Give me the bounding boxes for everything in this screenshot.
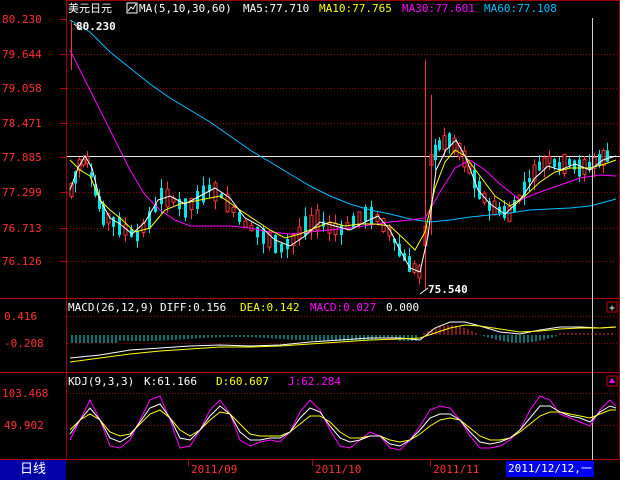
candle-body <box>352 215 355 229</box>
price-tick: 78.471 <box>2 117 42 130</box>
price-tick: 77.885 <box>2 151 42 164</box>
candle-body <box>231 207 236 213</box>
stock-chart-canvas[interactable]: 80.230 79.644 79.058 78.471 77.885 77.29… <box>0 0 620 480</box>
kdj-j: J:62.284 <box>288 375 341 388</box>
kdj-header: KDJ(9,3,3) K:61.166 D:60.607 J:62.284 <box>68 375 341 388</box>
ma60-value: MA60:77.108 <box>484 2 557 15</box>
macd-dea: DEA:0.142 <box>240 301 300 314</box>
macd-extra: 0.000 <box>386 301 419 314</box>
ma30-line <box>69 49 617 235</box>
candle-body <box>165 188 170 208</box>
price-tick: 77.299 <box>2 186 42 199</box>
candle-body <box>412 263 417 273</box>
period-tab-daily[interactable]: 日线 <box>0 460 66 480</box>
macd-lines <box>69 321 617 363</box>
candle-body <box>118 216 121 236</box>
price-axis: 80.230 79.644 79.058 78.471 77.885 77.29… <box>2 13 42 268</box>
candlestick-series <box>69 20 609 290</box>
kdj-k: K:61.166 <box>144 375 197 388</box>
indicator-axis: 0.416 -0.208 103.468 49.902 <box>2 310 48 432</box>
plus-icon-glyph: + <box>609 303 615 314</box>
candle-body <box>370 206 373 226</box>
candle-body <box>243 220 248 228</box>
kdj-j-line <box>69 395 617 451</box>
kdj-d: D:60.607 <box>216 375 269 388</box>
ma30-value: MA30:77.601 <box>402 2 475 15</box>
cursor-date-label: 2011/12/12,一 <box>506 461 594 477</box>
date-tick: 2011/09 <box>191 463 237 476</box>
candle-body <box>503 205 506 219</box>
price-tick: 79.058 <box>2 82 42 95</box>
candle-body <box>558 161 561 171</box>
candle-body <box>184 198 187 218</box>
candle-body <box>280 243 283 253</box>
candle-body <box>286 238 289 250</box>
price-tick: 79.644 <box>2 48 42 61</box>
macd-header: MACD(26,12,9) DIFF:0.156 DEA:0.142 MACD:… <box>68 301 419 314</box>
low-marker <box>419 287 429 295</box>
ma60-line <box>69 19 617 223</box>
candle-body <box>340 225 343 235</box>
candle-body <box>274 234 277 254</box>
kdj-tick: 49.902 <box>4 419 44 432</box>
price-tick: 80.230 <box>2 13 42 26</box>
candle-body <box>601 149 606 167</box>
candle-body <box>112 217 115 227</box>
ma-label: MA(5,10,30,60) <box>139 2 232 15</box>
date-tick: 2011/10 <box>315 463 361 476</box>
candle-body <box>538 161 541 171</box>
macd-name: MACD(26,12,9) <box>68 301 154 314</box>
candle-body <box>542 157 547 169</box>
ma10-value: MA10:77.765 <box>319 2 392 15</box>
candle-body <box>448 133 451 147</box>
macd-value: MACD:0.027 <box>310 301 376 314</box>
date-tick: 2011/11 <box>433 463 479 476</box>
candle-body <box>547 156 552 164</box>
price-axis-ticks <box>60 19 67 262</box>
candle-body <box>434 144 437 161</box>
price-tick: 76.713 <box>2 222 42 235</box>
candle-body <box>160 187 163 205</box>
candle-body <box>136 230 139 242</box>
low-label: 75.540 <box>428 283 468 296</box>
symbol-title: 美元日元 <box>68 2 112 15</box>
candle-body <box>357 211 362 225</box>
extreme-annotations: 80.230 75.540 <box>73 20 468 296</box>
candle-body <box>528 177 531 183</box>
kdj-lines <box>69 395 617 451</box>
candle-body <box>562 153 567 175</box>
price-grid <box>67 54 620 426</box>
candle-body <box>553 159 556 167</box>
price-tick: 76.126 <box>2 255 42 268</box>
macd-tick: 0.416 <box>4 310 37 323</box>
candle-body <box>256 226 259 238</box>
ma5-value: MA5:77.710 <box>243 2 309 15</box>
candle-body <box>213 182 218 202</box>
candle-body <box>588 161 591 171</box>
macd-diff: DIFF:0.156 <box>160 301 226 314</box>
high-label: 80.230 <box>76 20 116 33</box>
candle-body <box>598 154 601 166</box>
macd-tick: -0.208 <box>4 337 44 350</box>
candle-body <box>606 150 609 162</box>
candle-body <box>568 158 571 166</box>
candle-body <box>375 214 380 222</box>
candle-body <box>238 212 241 222</box>
ma-header: 美元日元 MA(5,10,30,60) MA5:77.710 MA10:77.7… <box>68 2 557 15</box>
candle-body <box>438 140 441 150</box>
candle-body <box>442 135 447 150</box>
kdj-name: KDJ(9,3,3) <box>68 375 134 388</box>
candle-body <box>408 256 411 272</box>
kdj-tick: 103.468 <box>2 387 48 400</box>
date-axis: 2011/09 2011/10 2011/11 <box>191 463 479 476</box>
